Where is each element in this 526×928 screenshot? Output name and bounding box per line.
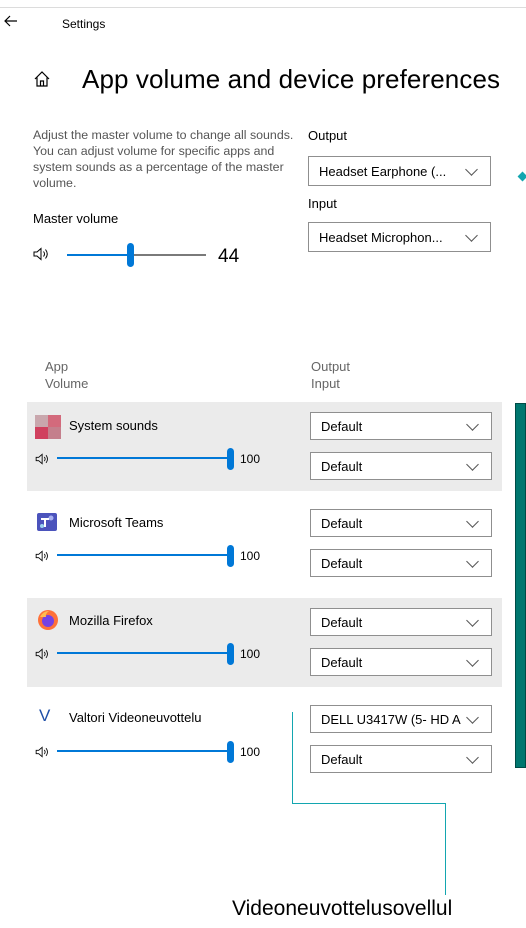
chevron-down-icon xyxy=(466,457,479,471)
app-output-value: Default xyxy=(321,418,363,434)
app-name: Valtori Videoneuvottelu xyxy=(69,710,202,725)
input-device-value: Headset Microphon... xyxy=(319,229,443,245)
app-output-select[interactable]: Default xyxy=(310,509,492,537)
chevron-down-icon xyxy=(465,162,478,176)
teams-icon xyxy=(37,513,57,531)
master-volume-description: Adjust the master volume to change all s… xyxy=(33,128,294,190)
app-name: Microsoft Teams xyxy=(69,515,164,530)
callout-line-drop xyxy=(445,803,446,895)
callout-line-vertical xyxy=(292,712,293,803)
app-input-value: Default xyxy=(321,555,363,571)
app-input-select[interactable]: Default xyxy=(310,745,492,773)
chevron-down-icon xyxy=(465,228,478,242)
home-icon[interactable] xyxy=(33,70,51,93)
app-input-value: Default xyxy=(321,654,363,670)
page-title: App volume and device preferences xyxy=(82,64,501,94)
output-device-select[interactable]: Headset Earphone (... xyxy=(308,156,491,186)
app-name: System sounds xyxy=(69,418,158,433)
app-volume-value: 100 xyxy=(240,745,261,759)
column-header-device: Output Input xyxy=(311,358,350,392)
app-volume-slider-thumb[interactable] xyxy=(227,741,234,763)
app-input-value: Default xyxy=(321,751,363,767)
app-volume-slider-thumb[interactable] xyxy=(227,448,234,470)
callout-line-horizontal xyxy=(292,803,445,804)
app-volume-slider-thumb[interactable] xyxy=(227,545,234,567)
speaker-icon[interactable] xyxy=(35,452,51,470)
speaker-icon[interactable] xyxy=(35,549,51,567)
speaker-icon[interactable] xyxy=(35,647,51,665)
valtori-icon: V xyxy=(39,706,51,725)
speaker-icon[interactable] xyxy=(35,745,51,763)
slider-fill xyxy=(67,254,131,256)
firefox-icon xyxy=(37,609,59,631)
input-label: Input xyxy=(308,196,337,211)
slider-track xyxy=(131,254,206,256)
column-input-label: Input xyxy=(311,376,340,391)
chevron-down-icon xyxy=(466,417,479,431)
app-input-select[interactable]: Default xyxy=(310,648,492,676)
speaker-icon[interactable] xyxy=(33,247,51,266)
slider-fill xyxy=(57,750,229,752)
column-header-app: App Volume xyxy=(45,358,88,392)
column-volume-label: Volume xyxy=(45,376,89,391)
output-device-value: Headset Earphone (... xyxy=(319,163,447,179)
chevron-down-icon xyxy=(466,710,479,724)
window-title: Settings xyxy=(62,17,106,31)
app-output-select[interactable]: Default xyxy=(310,608,492,636)
chevron-down-icon xyxy=(466,653,479,667)
app-volume-value: 100 xyxy=(240,549,261,563)
column-app-label: App xyxy=(45,359,69,374)
slider-fill xyxy=(57,652,229,654)
output-label: Output xyxy=(308,128,348,143)
input-device-select[interactable]: Headset Microphon... xyxy=(308,222,491,252)
chevron-down-icon xyxy=(466,750,479,764)
slider-fill xyxy=(57,554,229,556)
app-output-value: DELL U3417W (5- HD A xyxy=(321,711,461,727)
column-output-label: Output xyxy=(311,359,351,374)
system-sounds-icon xyxy=(35,415,61,439)
app-output-select[interactable]: DELL U3417W (5- HD A xyxy=(310,705,492,733)
master-volume-value: 44 xyxy=(218,246,240,267)
app-volume-value: 100 xyxy=(240,452,261,466)
app-output-value: Default xyxy=(321,515,363,531)
annotation-callout-text: Videoneuvottelusovellul xyxy=(232,897,453,920)
chevron-down-icon xyxy=(466,613,479,627)
app-volume-slider-thumb[interactable] xyxy=(227,643,234,665)
app-volume-value: 100 xyxy=(240,647,261,661)
app-output-value: Default xyxy=(321,614,363,630)
app-input-select[interactable]: Default xyxy=(310,549,492,577)
app-output-select[interactable]: Default xyxy=(310,412,492,440)
master-volume-label: Master volume xyxy=(33,211,119,226)
app-input-select[interactable]: Default xyxy=(310,452,492,480)
chevron-down-icon xyxy=(466,514,479,528)
slider-fill xyxy=(57,457,229,459)
app-input-value: Default xyxy=(321,458,363,474)
chevron-down-icon xyxy=(466,554,479,568)
top-border xyxy=(0,7,526,8)
annotation-panel xyxy=(515,403,526,768)
back-arrow-icon[interactable] xyxy=(4,14,18,32)
slider-thumb[interactable] xyxy=(127,243,134,267)
app-name: Mozilla Firefox xyxy=(69,613,153,628)
